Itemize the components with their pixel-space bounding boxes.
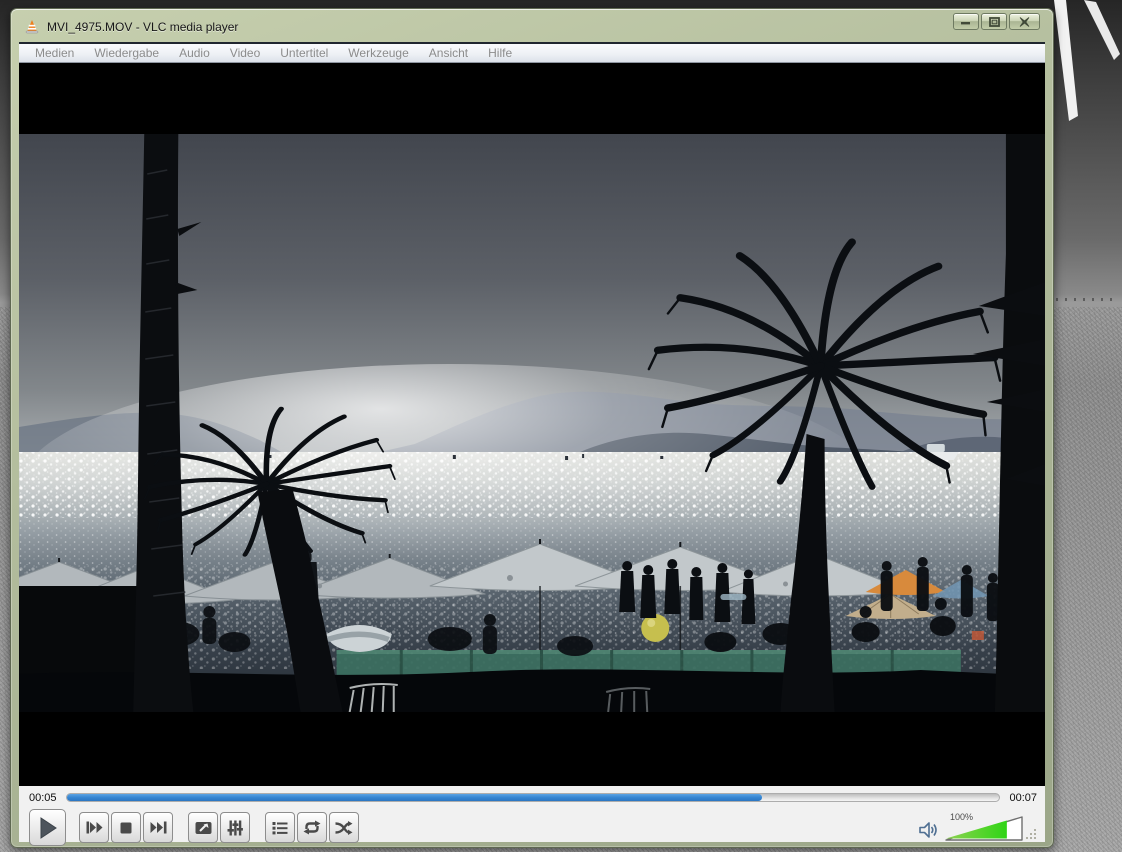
- video-frame: [19, 134, 1045, 712]
- seek-slider[interactable]: [65, 793, 1001, 802]
- close-button[interactable]: [1009, 13, 1040, 30]
- menu-audio[interactable]: Audio: [169, 44, 220, 62]
- playlist-button[interactable]: [265, 812, 295, 843]
- vlc-cone-icon: [25, 19, 39, 33]
- play-icon: [40, 816, 57, 839]
- menu-video[interactable]: Video: [220, 44, 270, 62]
- wallpaper-horizon-figures: [1056, 298, 1118, 301]
- menu-medien[interactable]: Medien: [25, 44, 84, 62]
- elapsed-time: 00:05: [29, 791, 57, 804]
- fullscreen-icon: [195, 821, 211, 834]
- playlist-icon: [272, 821, 288, 834]
- skip-back-icon: [86, 821, 102, 834]
- menu-hilfe[interactable]: Hilfe: [478, 44, 522, 62]
- beach-scene: [19, 134, 1045, 712]
- shuffle-icon: [335, 820, 353, 835]
- total-time: 00:07: [1009, 791, 1037, 804]
- titlebar[interactable]: MVI_4975.MOV - VLC media player: [11, 9, 1053, 42]
- window-title: MVI_4975.MOV - VLC media player: [47, 19, 239, 34]
- resize-grip[interactable]: [1026, 828, 1037, 839]
- fullscreen-button[interactable]: [188, 812, 218, 843]
- loop-button[interactable]: [297, 812, 327, 843]
- stop-icon: [120, 822, 132, 833]
- speaker-icon[interactable]: [918, 821, 940, 839]
- random-button[interactable]: [329, 812, 359, 843]
- play-button[interactable]: [29, 809, 66, 846]
- menu-wiedergabe[interactable]: Wiedergabe: [84, 44, 169, 62]
- seek-progress: [66, 794, 762, 801]
- menu-ansicht[interactable]: Ansicht: [419, 44, 478, 62]
- menubar: Medien Wiedergabe Audio Video Untertitel…: [19, 42, 1045, 63]
- maximize-icon: [988, 16, 1000, 27]
- minimize-icon: [961, 22, 970, 25]
- maximize-button[interactable]: [981, 13, 1007, 30]
- transport-panel: 00:05 00:07 100%: [19, 786, 1045, 846]
- vlc-window: MVI_4975.MOV - VLC media player Medien W…: [10, 8, 1054, 848]
- extended-settings-button[interactable]: [220, 812, 250, 843]
- stop-button[interactable]: [111, 812, 141, 843]
- close-icon: [1019, 16, 1030, 27]
- minimize-button[interactable]: [953, 13, 979, 30]
- previous-button[interactable]: [79, 812, 109, 843]
- skip-forward-icon: [150, 821, 166, 834]
- menu-werkzeuge[interactable]: Werkzeuge: [338, 44, 418, 62]
- wallpaper-turbine-blades: [1054, 0, 1120, 121]
- loop-icon: [303, 820, 321, 835]
- next-button[interactable]: [143, 812, 173, 843]
- desktop: MVI_4975.MOV - VLC media player Medien W…: [0, 0, 1122, 852]
- volume-slider[interactable]: [945, 815, 1023, 841]
- video-display: [19, 63, 1045, 786]
- menu-untertitel[interactable]: Untertitel: [270, 44, 338, 62]
- equalizer-icon: [227, 820, 243, 835]
